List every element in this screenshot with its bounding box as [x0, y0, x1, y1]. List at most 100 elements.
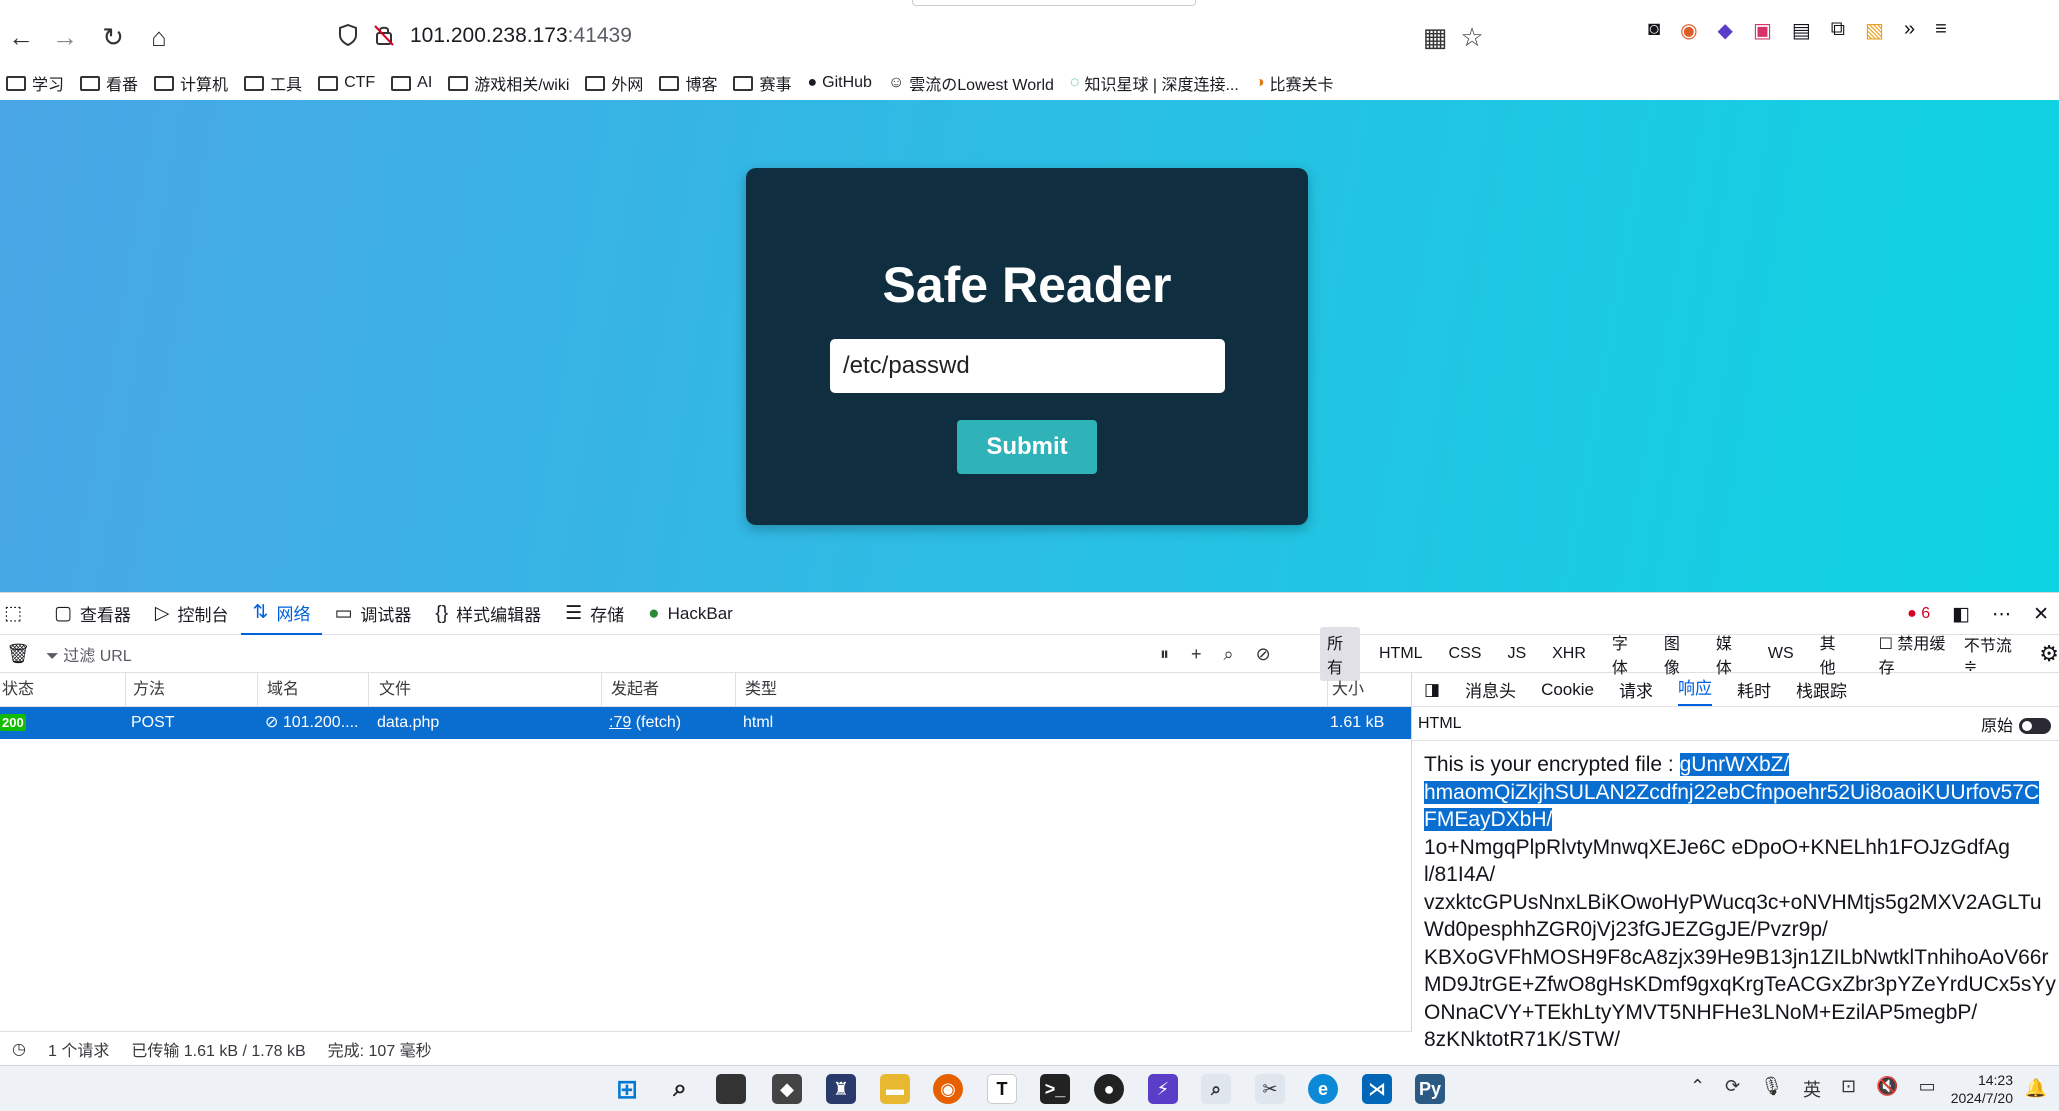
tab-headers[interactable]: 消息头 — [1465, 677, 1516, 702]
extension-icon[interactable]: ◉ — [1680, 18, 1697, 43]
tab-response[interactable]: 响应 — [1677, 674, 1712, 706]
url-bar[interactable]: 101.200.238.173:41439 — [410, 24, 632, 48]
disable-cache-checkbox[interactable]: ☐ 禁用缓存 — [1879, 630, 1946, 678]
tab-cookie[interactable]: Cookie — [1541, 680, 1594, 700]
extension-icon[interactable]: ▣ — [1753, 18, 1772, 43]
filter-html[interactable]: HTML — [1372, 642, 1430, 666]
filter-url-input[interactable]: ⏷ 过滤 URL — [46, 642, 132, 666]
bookmark-folder[interactable]: 工具 — [244, 71, 302, 95]
response-body[interactable]: This is your encrypted file : gUnrWXbZ/ … — [1412, 741, 2059, 1054]
tray-chevron-icon[interactable]: ⌃ — [1690, 1076, 1705, 1102]
edge-icon[interactable]: e — [1308, 1074, 1338, 1104]
toggle-switch[interactable] — [2019, 718, 2051, 735]
tab-storage[interactable]: ☰ 存储 — [553, 593, 636, 635]
bookmark-zsxq[interactable]: ◌ 知识星球 | 深度连接... — [1070, 71, 1239, 95]
bookmark-folder[interactable]: 看番 — [80, 71, 138, 95]
rss-icon[interactable]: ▧ — [1865, 18, 1884, 43]
dock-icon[interactable]: ◧ — [1952, 603, 1970, 626]
throttle-select[interactable]: 不节流 ≑ — [1964, 632, 2017, 676]
battery-icon[interactable]: ▭ — [1919, 1076, 1936, 1102]
task-view-icon[interactable] — [716, 1074, 746, 1104]
col-size[interactable]: 大小 — [1330, 673, 1412, 707]
forward-icon[interactable]: → — [48, 20, 82, 54]
tab-timings[interactable]: 耗时 — [1737, 677, 1771, 702]
reload-icon[interactable]: ↻ — [96, 20, 130, 54]
tab-debugger[interactable]: ▭ 调试器 — [322, 593, 423, 635]
app-icon[interactable]: ♜ — [826, 1074, 856, 1104]
bookmark-folder[interactable]: 计算机 — [154, 71, 228, 95]
settings-gear-icon[interactable]: ⚙ — [2039, 641, 2059, 667]
app-cube-icon[interactable]: ◆ — [772, 1074, 802, 1104]
tab-hackbar[interactable]: ● HackBar — [636, 593, 745, 635]
extension-icon[interactable]: ▤ — [1792, 18, 1811, 43]
tab-style-editor[interactable]: {} 样式编辑器 — [423, 593, 553, 635]
col-file[interactable]: 文件 — [377, 673, 602, 707]
close-icon[interactable]: ✕ — [2033, 603, 2049, 626]
bookmark-folder[interactable]: CTF — [318, 74, 375, 92]
col-method[interactable]: 方法 — [131, 673, 258, 707]
vscode-icon[interactable]: ⋊ — [1362, 1074, 1392, 1104]
filter-css[interactable]: CSS — [1442, 642, 1489, 666]
bookmark-folder[interactable]: 赛事 — [733, 71, 791, 95]
search-icon[interactable]: ⌕ — [665, 1074, 695, 1104]
filter-ws[interactable]: WS — [1761, 642, 1801, 666]
extension-icon[interactable]: ◙ — [1648, 18, 1660, 43]
element-picker-icon[interactable]: ⬚ — [0, 593, 42, 635]
network-icon[interactable]: ⊡ — [1841, 1076, 1856, 1102]
tab-stack-trace[interactable]: 栈跟踪 — [1796, 677, 1847, 702]
raw-toggle[interactable]: 原始 — [1981, 712, 2051, 736]
shield-icon[interactable] — [338, 23, 358, 51]
firefox-icon[interactable]: ◉ — [933, 1074, 963, 1104]
file-path-input[interactable] — [830, 339, 1225, 393]
file-explorer-icon[interactable]: ▬ — [880, 1074, 910, 1104]
bookmark-star-icon[interactable]: ☆ — [1455, 20, 1489, 54]
col-initiator[interactable]: 发起者 — [609, 673, 736, 707]
app-icon[interactable]: ● — [1094, 1074, 1124, 1104]
back-icon[interactable]: ← — [4, 20, 38, 54]
python-icon[interactable]: Py — [1415, 1074, 1445, 1104]
bookmark-folder[interactable]: AI — [391, 74, 432, 92]
snipping-tool-icon[interactable]: ✂ — [1255, 1074, 1285, 1104]
bookmark-folder[interactable]: 博客 — [659, 71, 717, 95]
notification-bell-icon[interactable]: 🔔 — [2025, 1078, 2047, 1099]
puzzle-icon[interactable]: ⧉ — [1831, 18, 1845, 43]
search-icon[interactable]: ⌕ — [1224, 644, 1234, 665]
microphone-icon[interactable]: 🎙 — [1760, 1076, 1783, 1102]
initiator-link[interactable]: :79 — [609, 714, 631, 731]
extension-icon[interactable]: ◆ — [1718, 18, 1733, 43]
tab-network[interactable]: ⇅ 网络 — [240, 593, 323, 635]
more-icon[interactable]: ⋯ — [1992, 603, 2011, 626]
overflow-chevron-icon[interactable]: » — [1904, 18, 1915, 43]
sync-icon[interactable]: ⟳ — [1725, 1076, 1740, 1102]
magnifier-icon[interactable]: ⌕ — [1201, 1074, 1231, 1104]
tab-request[interactable]: 请求 — [1619, 677, 1653, 702]
ime-indicator[interactable]: 英 — [1803, 1076, 1821, 1102]
filter-xhr[interactable]: XHR — [1545, 642, 1593, 666]
start-menu-icon[interactable]: ⊞ — [612, 1074, 642, 1104]
timer-icon[interactable]: ◷ — [12, 1039, 26, 1059]
col-status[interactable]: 状态 — [0, 673, 126, 707]
toggle-sidebar-icon[interactable]: ◨ — [1424, 680, 1440, 700]
bookmark-github[interactable]: ● GitHub — [807, 74, 871, 92]
bookmark-folder[interactable]: 外网 — [585, 71, 643, 95]
qr-code-icon[interactable]: ▦ — [1418, 20, 1452, 54]
volume-muted-icon[interactable]: 🔇 — [1876, 1076, 1898, 1102]
home-icon[interactable]: ⌂ — [142, 20, 176, 54]
table-row[interactable]: 200 POST ⊘ 101.200.... data.php :79 (fet… — [0, 707, 1411, 739]
typora-icon[interactable]: T — [987, 1074, 1017, 1104]
bookmark-folder[interactable]: 学习 — [6, 71, 64, 95]
bookmark-folder[interactable]: 游戏相关/wiki — [448, 71, 569, 95]
add-icon[interactable]: + — [1191, 644, 1202, 665]
menu-icon[interactable]: ≡ — [1935, 18, 1947, 43]
block-icon[interactable]: ⊘ — [1256, 644, 1271, 665]
pause-icon[interactable]: ⏸ — [1160, 644, 1169, 665]
tab-console[interactable]: ▷ 控制台 — [143, 593, 241, 635]
submit-button[interactable]: Submit — [957, 420, 1097, 474]
filter-js[interactable]: JS — [1500, 642, 1533, 666]
bookmark-contest[interactable]: ◑ 比赛关卡 — [1255, 71, 1334, 95]
col-domain[interactable]: 域名 — [265, 673, 369, 707]
error-count[interactable]: ● 6 — [1907, 605, 1930, 623]
app-icon[interactable]: ⚡ — [1148, 1074, 1178, 1104]
bookmark-lowest-world[interactable]: ☺ 雲流のLowest World — [888, 71, 1054, 95]
col-type[interactable]: 类型 — [743, 673, 1328, 707]
